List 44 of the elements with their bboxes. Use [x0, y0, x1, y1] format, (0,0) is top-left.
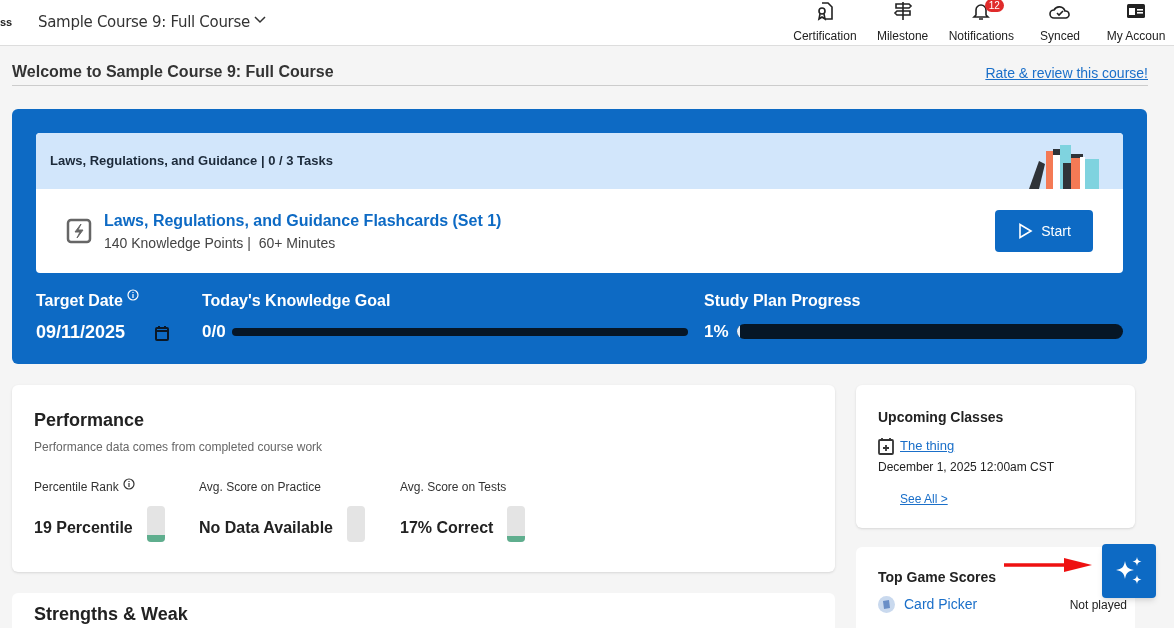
start-button[interactable]: Start — [995, 210, 1093, 252]
metric-value: 17% Correct — [400, 518, 494, 538]
notification-badge: 12 — [984, 0, 1004, 12]
metric-value: No Data Available — [199, 518, 333, 538]
game-score: Not played — [1069, 596, 1127, 614]
course-selector[interactable]: Sample Course 9: Full Course — [38, 11, 266, 34]
play-icon — [1017, 223, 1034, 239]
signpost-icon — [892, 0, 913, 21]
calendar-plus-icon — [878, 436, 894, 455]
nav-button[interactable]: Certification — [785, 0, 865, 45]
nav-button[interactable]: My Accoun — [1098, 0, 1174, 45]
nav-button[interactable]: Milestone — [864, 0, 941, 45]
class-time: December 1, 2025 12:00am CST — [878, 458, 1056, 476]
progress-label: Study Plan Progress — [704, 292, 861, 309]
performance-title: Performance — [34, 409, 146, 432]
game-scores-title: Top Game Scores — [878, 568, 997, 587]
class-link[interactable]: The thing — [900, 436, 955, 456]
game-link[interactable]: Card Picker — [904, 594, 978, 615]
knowledge-goal-label: Today's Knowledge Goal — [202, 292, 391, 309]
welcome-heading: Welcome to Sample Course 9: Full Course — [12, 62, 334, 82]
section-title: Laws, Regulations, and Guidance | 0 / 3 Tasks — [50, 152, 333, 171]
task-link[interactable]: Laws, Regulations, and Guidance Flashcards (Set 1) — [104, 208, 502, 233]
metric-label: Avg. Score on Tests — [400, 479, 507, 496]
performance-subtitle: Performance data comes from completed course work — [34, 439, 324, 456]
metric-label: Percentile Rank — [34, 478, 135, 496]
knowledge-goal-reading: 0/0 — [202, 321, 226, 343]
progress-reading: 1% — [704, 321, 729, 343]
info-icon[interactable] — [122, 478, 135, 490]
review-link[interactable]: Rate & review this course! — [985, 63, 1148, 84]
task-meta: 140 Knowledge Points | 60+ Minutes — [104, 233, 337, 253]
see-all-link[interactable]: See All > — [900, 489, 1113, 508]
strengths-title: Strengths & Weak — [34, 603, 189, 626]
nav-button[interactable]: Notifications 12 — [940, 0, 1022, 45]
metric-label: Avg. Score on Practice — [199, 479, 321, 496]
nav-button[interactable]: Synced — [1022, 0, 1098, 45]
target-date-label: Target Date — [36, 291, 123, 311]
calendar-icon[interactable] — [155, 324, 170, 341]
ai-assistant-button[interactable] — [1102, 544, 1156, 598]
metric-value: 19 Percentile — [34, 518, 133, 538]
game-icon — [878, 596, 895, 613]
logo-text: ss — [0, 15, 14, 31]
lightning-icon — [66, 218, 92, 244]
upcoming-classes-title: Upcoming Classes — [878, 408, 1005, 427]
target-date-value: 09/11/2025 — [36, 321, 126, 344]
